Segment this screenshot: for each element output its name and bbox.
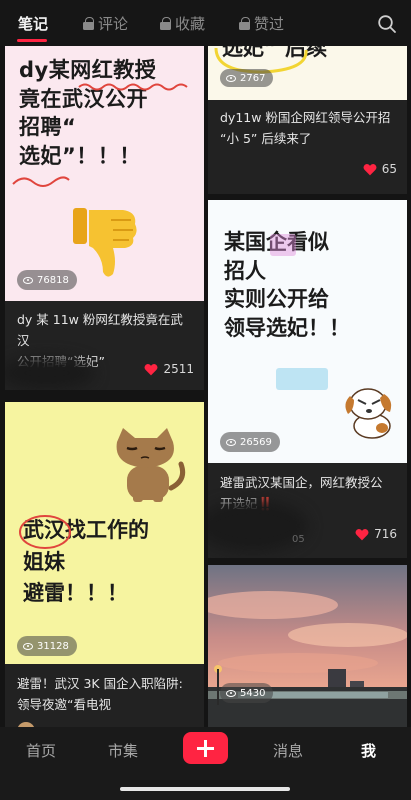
- lock-icon: [239, 17, 250, 30]
- wavy-underline: [78, 83, 188, 91]
- blurred-overlay: [5, 356, 95, 390]
- eye-icon: [226, 74, 236, 82]
- tab-comments[interactable]: 评论: [83, 13, 128, 34]
- date-fragment: 05: [292, 534, 305, 545]
- view-count-badge: 26569: [220, 432, 280, 452]
- tab-label: 赞过: [254, 15, 285, 33]
- view-count-badge: 76818: [17, 270, 77, 290]
- top-tab-bar: 笔记 评论 收藏 赞过: [0, 0, 411, 46]
- active-tab-indicator: [17, 39, 47, 42]
- tab-liked[interactable]: 赞过: [239, 13, 284, 34]
- search-icon[interactable]: [377, 14, 397, 34]
- nav-home[interactable]: 首页: [26, 740, 56, 761]
- like-count-value: 2511: [163, 362, 194, 376]
- heart-icon: [355, 528, 369, 540]
- view-count-badge: 2767: [220, 69, 274, 87]
- cover-line: dy某网红教授: [19, 58, 157, 82]
- wavy-underline: [12, 176, 70, 187]
- view-count: 76818: [37, 274, 69, 286]
- thumbs-down-emoji: [73, 208, 137, 277]
- nav-messages[interactable]: 消息: [273, 740, 303, 761]
- like-count[interactable]: 65: [363, 162, 397, 176]
- view-count: 26569: [240, 436, 272, 448]
- like-count[interactable]: 716: [355, 527, 397, 541]
- cover-text: dy某网红教授 竟在武汉公开 招聘“ 选妃”！！！: [19, 56, 156, 170]
- cover-line: 避雷！！！: [23, 581, 128, 605]
- note-cover-image: 选妃” 后续 2767: [208, 46, 407, 100]
- note-card[interactable]: 选妃” 后续 2767 dy11w 粉国企网红领导公开招 “小 5” 后续来了 …: [208, 46, 407, 194]
- grumpy-cat-sticker: [116, 428, 186, 502]
- nav-me[interactable]: 我: [361, 740, 376, 761]
- view-count: 31128: [37, 640, 69, 652]
- highlight-circle: [19, 515, 71, 549]
- note-cover-image: 武汉找工作的 姐妹 避雷！！！ 31128: [5, 402, 204, 664]
- view-count-badge: 31128: [17, 636, 77, 656]
- view-count: 5430: [240, 687, 266, 699]
- angry-dog-sticker: [345, 388, 392, 439]
- nav-market[interactable]: 市集: [108, 740, 138, 761]
- eye-icon: [226, 689, 236, 697]
- tab-notes[interactable]: 笔记: [18, 13, 48, 34]
- note-card[interactable]: 武汉找工作的 姐妹 避雷！！！ 31128 避雷！武汉 3K 国企入职陷阱: 领…: [5, 402, 204, 727]
- tab-favorites[interactable]: 收藏: [160, 13, 205, 34]
- note-cover-image: 5430: [208, 565, 407, 727]
- note-cover-image: dy某网红教授 竟在武汉公开 招聘“ 选妃”！！！ 76818: [5, 46, 204, 301]
- note-cover-image: 某国企看似 招人 实则公开给 领导选妃！！ 26569: [208, 200, 407, 463]
- title-line: “小 5” 后续来了: [220, 131, 312, 146]
- title-line: 避雷武汉某国企，网红教授公: [220, 475, 383, 490]
- view-count: 2767: [240, 72, 266, 84]
- cover-line: 招聘“: [19, 115, 77, 140]
- tab-label: 收藏: [175, 15, 206, 33]
- title-line: dy 某 11w 粉网红教授竟在武汉: [17, 312, 183, 348]
- heart-icon: [144, 363, 158, 375]
- home-indicator: [120, 787, 290, 791]
- like-count[interactable]: 2511: [144, 362, 194, 376]
- publish-button[interactable]: [183, 732, 228, 764]
- title-line: 领导夜邀“看电视: [17, 697, 111, 712]
- like-count-value: 716: [374, 527, 397, 541]
- heart-icon: [363, 163, 377, 175]
- highlight-mark: [270, 234, 296, 256]
- lock-icon: [160, 17, 171, 30]
- eye-icon: [226, 438, 236, 446]
- tab-label: 评论: [98, 15, 129, 33]
- note-card[interactable]: 5430: [208, 565, 407, 727]
- note-card[interactable]: 某国企看似 招人 实则公开给 领导选妃！！ 26569 避雷武汉某国企，网红教授…: [208, 200, 407, 558]
- title-line: 避雷！武汉 3K 国企入职陷阱:: [17, 676, 183, 691]
- note-card[interactable]: dy某网红教授 竟在武汉公开 招聘“ 选妃”！！！ 76818 dy 某 11w…: [5, 46, 204, 390]
- title-line: dy11w 粉国企网红领导公开招: [220, 110, 391, 125]
- highlight-mark: [276, 368, 328, 390]
- eye-icon: [23, 642, 33, 650]
- lock-icon: [83, 17, 94, 30]
- cover-line: 招人: [224, 258, 266, 283]
- view-count-badge: 5430: [220, 683, 274, 703]
- note-title: 避雷！武汉 3K 国企入职陷阱: 领导夜邀“看电视: [5, 673, 204, 715]
- eye-icon: [23, 276, 33, 284]
- cover-line: 实则公开给: [224, 287, 329, 312]
- note-title: dy11w 粉国企网红领导公开招 “小 5” 后续来了: [208, 107, 407, 149]
- cover-line: 选妃”！！！: [19, 143, 141, 168]
- like-count-value: 65: [381, 162, 397, 176]
- cover-line: 领导选妃！！: [224, 315, 350, 340]
- tab-label: 笔记: [18, 15, 49, 33]
